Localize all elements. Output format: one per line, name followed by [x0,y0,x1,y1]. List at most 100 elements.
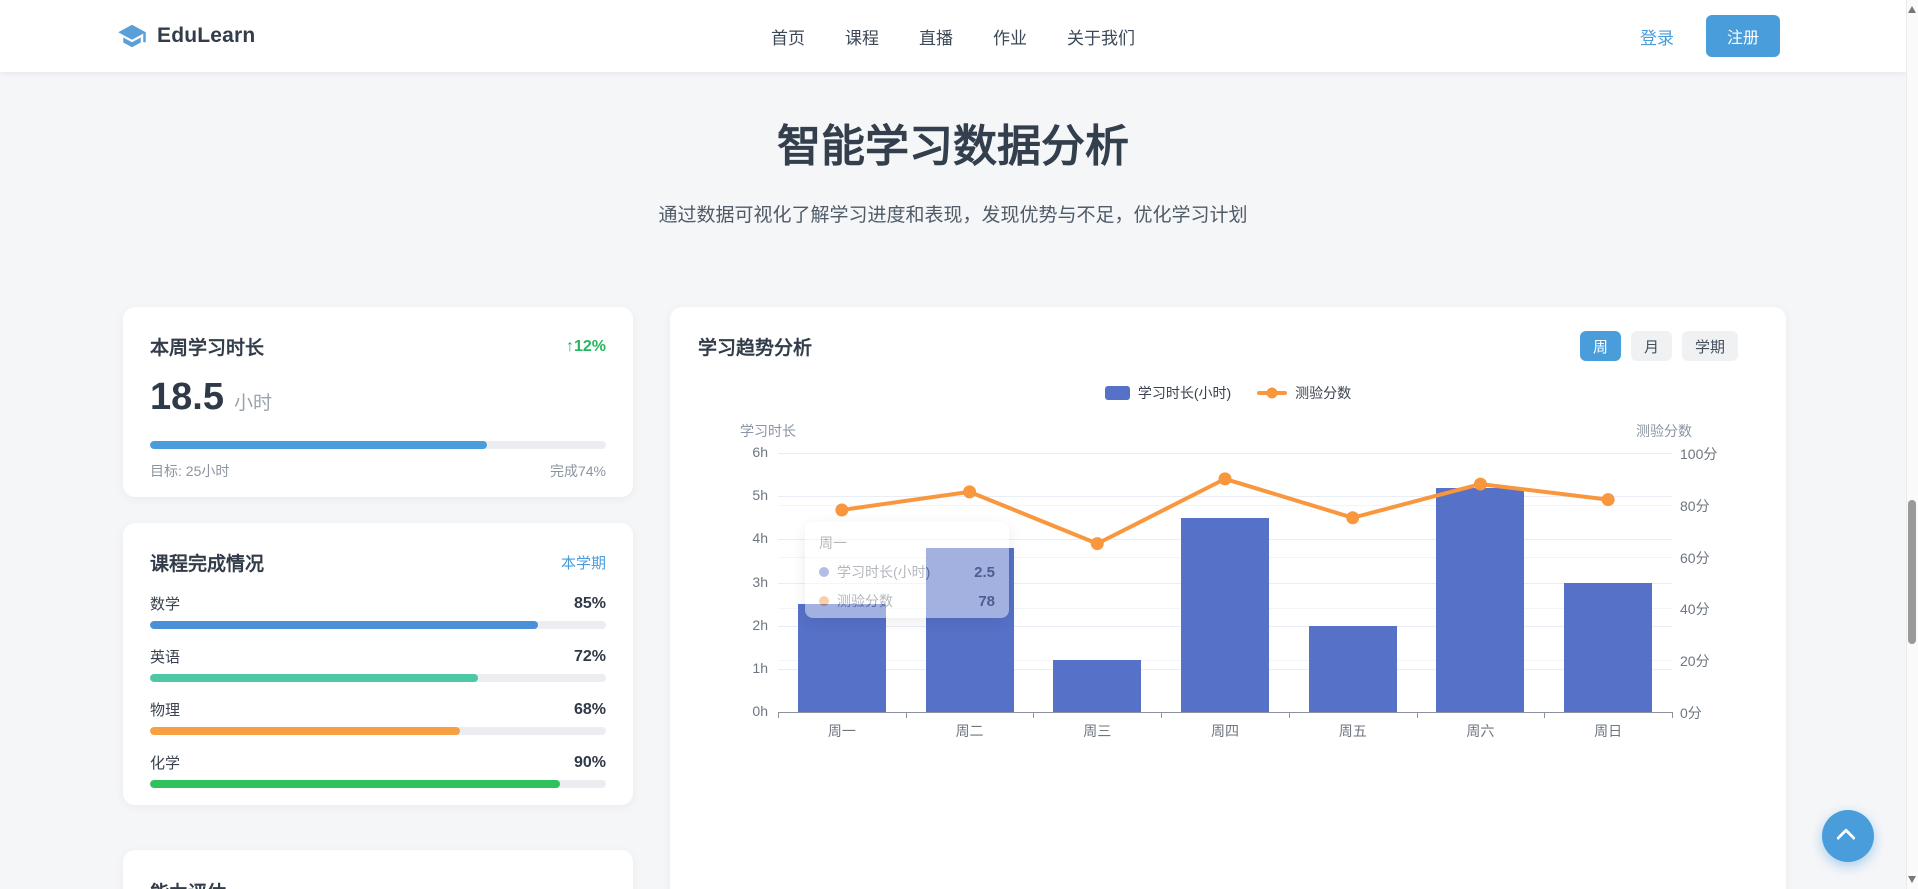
scrollbar-up-arrow-icon[interactable] [1908,6,1916,13]
line-series-dot-icon [1267,388,1278,399]
chart-legend: 学习时长(小时) 测验分数 [670,383,1786,403]
graduation-cap-icon [117,21,147,51]
study-progress-fill [150,441,487,449]
line-series-swatch-icon [1257,391,1287,395]
course-fill [150,674,478,682]
scrollbar-down-arrow-icon[interactable] [1908,876,1916,883]
scrollbar-thumb[interactable] [1908,500,1916,644]
nav-actions: 登录 注册 [1640,0,1780,72]
semester-link[interactable]: 本学期 [561,552,606,573]
bar-周四[interactable] [1181,518,1269,712]
page-subtitle: 通过数据可视化了解学习进度和表现，发现优势与不足，优化学习计划 [0,200,1906,227]
x-axis-tick [1033,712,1034,718]
course-row-math: 数学 85% [150,593,606,629]
course-fill [150,621,538,629]
x-axis-label-周五: 周五 [1308,721,1398,741]
bar-周五[interactable] [1309,626,1397,712]
course-row-chemistry: 化学 90% [150,752,606,788]
scroll-to-top-button[interactable] [1822,810,1874,862]
right-axis-tick-label: 60分 [1680,548,1710,568]
study-time-card: 本周学习时长 ↑12% 18.5 小时 目标: 25小时 完成74% [123,307,633,497]
legend-label: 测验分数 [1295,383,1351,403]
left-axis-tick-label: 0h [684,703,768,719]
tooltip-value: 2.5 [974,564,995,581]
line-point-周五[interactable] [1346,511,1359,524]
x-axis-label-周三: 周三 [1052,721,1142,741]
x-axis-tick [1672,712,1673,718]
chart-tooltip: 周一 学习时长(小时) 2.5 测验分数 78 [805,522,1009,618]
trend-badge: ↑12% [566,338,606,356]
nav-item-live[interactable]: 直播 [919,24,953,49]
tab-month[interactable]: 月 [1631,331,1672,361]
course-row-physics: 物理 68% [150,699,606,735]
arrow-up-icon: ↑ [566,338,574,355]
course-row-english: 英语 72% [150,646,606,682]
scrollbar[interactable] [1906,0,1918,889]
page: EduLearn 首页 课程 直播 作业 关于我们 登录 注册 智能学习数据分析… [0,0,1918,889]
course-track [150,727,606,735]
x-axis-tick [778,712,779,718]
series-dot-icon [819,596,829,606]
bar-周三[interactable] [1053,660,1141,712]
left-axis-tick-label: 2h [684,617,768,633]
ability-card: 能力评估 [123,850,633,889]
course-card-title: 课程完成情况 [150,549,264,576]
login-link[interactable]: 登录 [1640,24,1674,49]
line-point-周四[interactable] [1219,472,1232,485]
left-axis-name: 学习时长 [740,421,796,441]
bar-周六[interactable] [1436,488,1524,712]
x-axis-label-周六: 周六 [1435,721,1525,741]
bar-周日[interactable] [1564,583,1652,713]
tooltip-title: 周一 [819,533,995,553]
left-axis-tick-label: 4h [684,530,768,546]
study-time-title: 本周学习时长 [150,333,264,360]
gridline [778,496,1672,497]
series-dot-icon [819,567,829,577]
study-progress-track [150,441,606,449]
nav-item-about[interactable]: 关于我们 [1067,24,1135,49]
x-axis-label-周二: 周二 [925,721,1015,741]
legend-item-hours[interactable]: 学习时长(小时) [1105,383,1231,403]
x-axis-label-周四: 周四 [1180,721,1270,741]
nav-item-home[interactable]: 首页 [771,24,805,49]
tooltip-row-hours: 学习时长(小时) 2.5 [819,562,995,582]
legend-item-score[interactable]: 测验分数 [1257,383,1351,403]
x-axis-line [778,712,1672,713]
study-goal: 目标: 25小时 [150,461,229,481]
course-name: 化学 [150,752,180,773]
legend-label: 学习时长(小时) [1138,383,1231,403]
nav-item-homework[interactable]: 作业 [993,24,1027,49]
course-pct: 90% [574,754,606,772]
register-button[interactable]: 注册 [1706,15,1780,57]
course-pct: 85% [574,595,606,613]
range-tabs: 周 月 学期 [1580,331,1738,361]
bar-周一[interactable] [798,604,886,712]
tab-week[interactable]: 周 [1580,331,1621,361]
course-name: 物理 [150,699,180,720]
gridline [778,453,1672,454]
x-axis-tick [906,712,907,718]
right-axis-tick-label: 40分 [1680,599,1710,619]
x-axis-tick [1544,712,1545,718]
right-axis-tick-label: 80分 [1680,496,1710,516]
course-completion-card: 课程完成情况 本学期 数学 85% 英语 72% 物理 68% [123,523,633,805]
tab-semester[interactable]: 学期 [1682,331,1738,361]
course-track [150,674,606,682]
course-pct: 72% [574,648,606,666]
study-hours-value: 18.5 [150,376,224,419]
course-pct: 68% [574,701,606,719]
right-axis-name: 测验分数 [1636,421,1692,441]
nav-item-courses[interactable]: 课程 [845,24,879,49]
course-track [150,780,606,788]
right-axis-tick-label: 100分 [1680,444,1717,464]
brand[interactable]: EduLearn [117,0,255,72]
x-axis-label-周一: 周一 [797,721,887,741]
trend-value: 12% [574,338,606,355]
tooltip-label: 学习时长(小时) [837,562,930,582]
x-axis-label-周日: 周日 [1563,721,1653,741]
course-track [150,621,606,629]
right-axis-tick-label: 0分 [1680,703,1702,723]
course-name: 英语 [150,646,180,667]
navbar: EduLearn 首页 课程 直播 作业 关于我们 登录 注册 [0,0,1906,72]
page-title: 智能学习数据分析 [0,110,1906,174]
